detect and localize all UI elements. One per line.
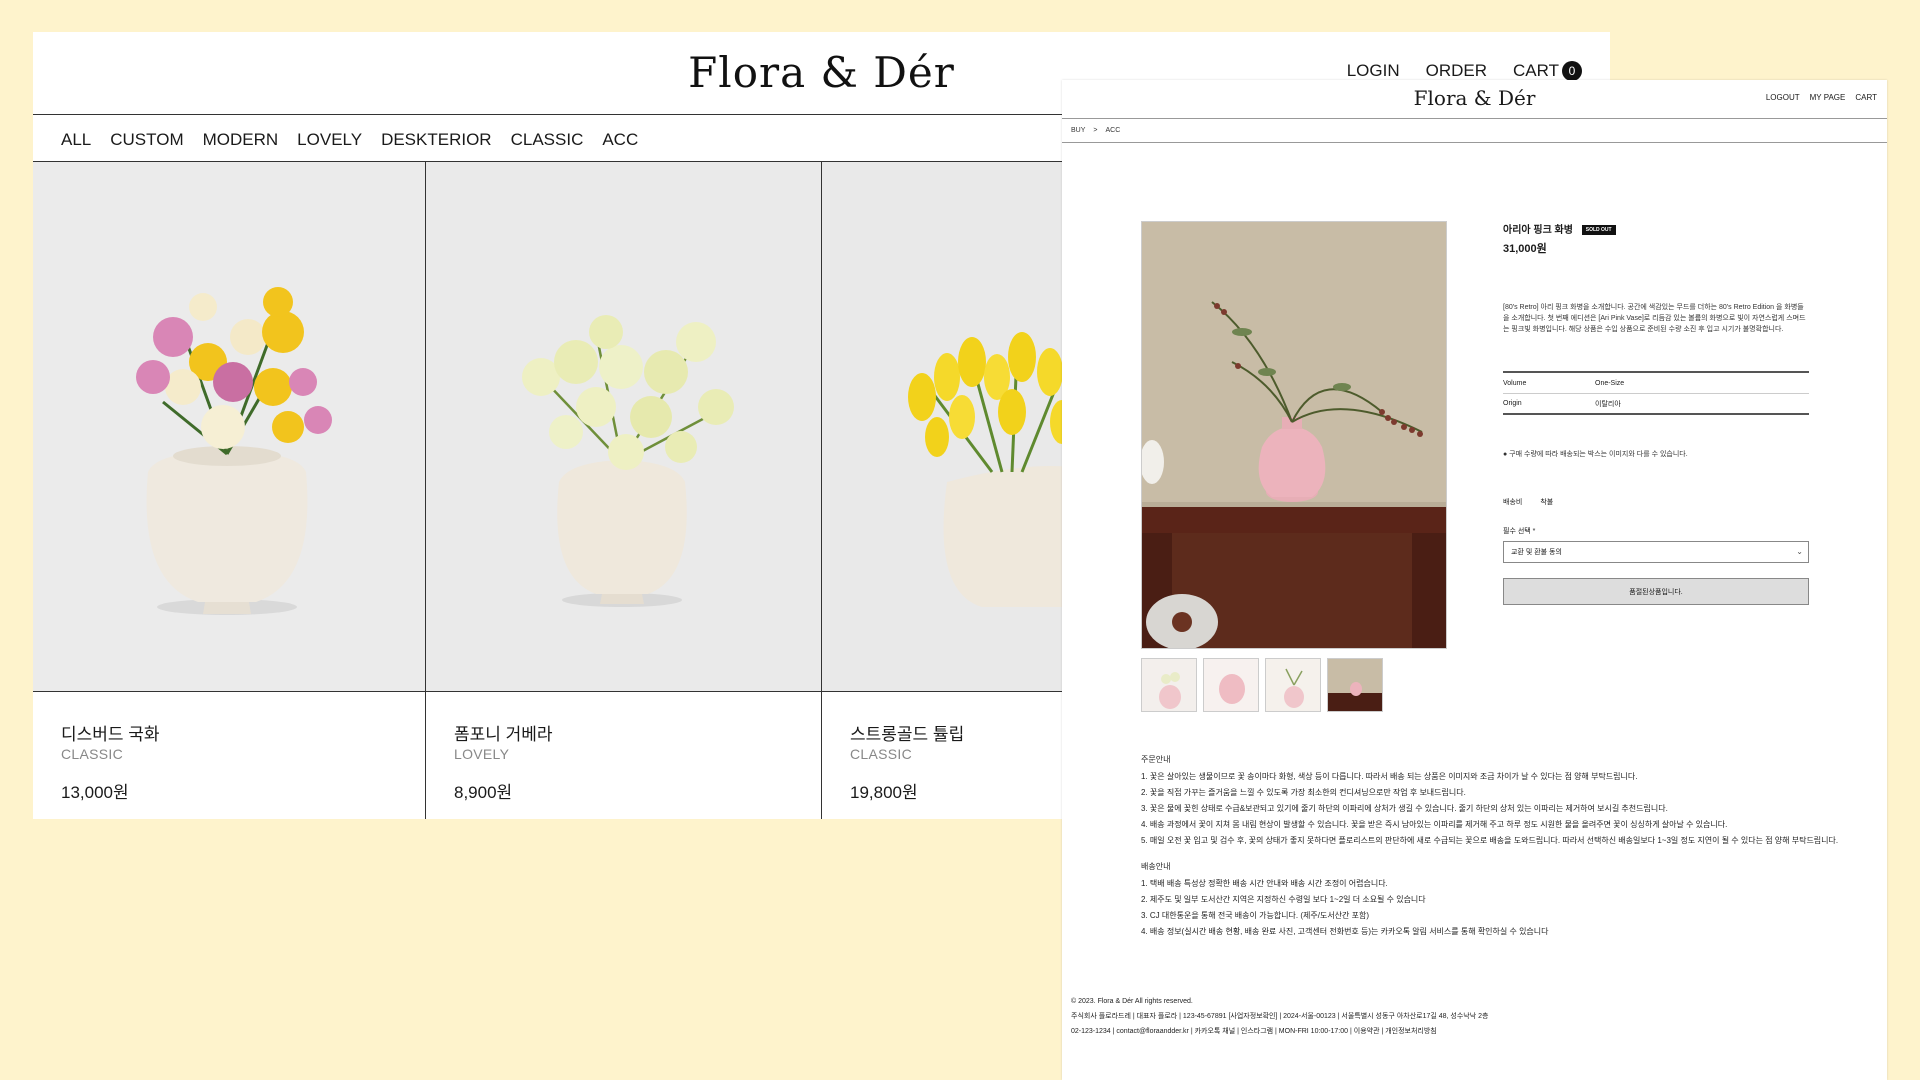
thumbnail[interactable] [1141, 658, 1197, 712]
product-category: CLASSIC [850, 746, 913, 762]
option-selected-value: 교환 및 환불 동의 [1511, 549, 1562, 556]
cart-count-badge: 0 [1562, 61, 1582, 81]
thumbnail-image [1142, 659, 1196, 711]
mypage-link[interactable]: MY PAGE [1810, 93, 1846, 102]
product-image[interactable] [33, 162, 426, 692]
option-label: 필수 선택 * [1503, 528, 1536, 535]
nav-modern[interactable]: MODERN [203, 130, 279, 150]
option-select[interactable]: 교환 및 환불 동의 ⌄ [1503, 541, 1809, 563]
tulip-vase-illustration [822, 162, 1072, 691]
chevron-down-icon: ⌄ [1796, 547, 1803, 556]
nav-classic[interactable]: CLASSIC [511, 130, 584, 150]
nav-deskterior[interactable]: DESKTERIOR [381, 130, 492, 150]
delivery-guide-item: 1. 택배 배송 특성상 정확한 배송 시간 안내와 배송 시간 조정이 어렵습… [1141, 879, 1388, 888]
order-guide-item: 2. 꽃을 직접 가꾸는 즐거움을 느낄 수 있도록 가장 최소한의 컨디셔닝으… [1141, 788, 1466, 797]
cart-link[interactable]: CART [1855, 93, 1877, 102]
breadcrumb-buy[interactable]: BUY [1071, 127, 1085, 134]
order-guide: 주문안내 1. 꽃은 살아있는 생물이므로 꽃 송이마다 화형, 색상 등이 다… [1141, 752, 1841, 940]
thumbnail-strip [1141, 658, 1383, 712]
product-category: LOVELY [454, 746, 510, 762]
thumbnail[interactable] [1203, 658, 1259, 712]
nav-custom[interactable]: CUSTOM [110, 130, 183, 150]
product-main-image[interactable] [1141, 221, 1447, 649]
thumbnail[interactable] [1327, 658, 1383, 712]
login-link[interactable]: LOGIN [1347, 61, 1400, 81]
gerbera-vase-illustration [426, 162, 822, 691]
delivery-guide-title: 배송안내 [1141, 862, 1171, 871]
cart-label: CART [1513, 61, 1559, 80]
breadcrumb-divider [1062, 142, 1887, 143]
header-divider [1062, 118, 1887, 119]
breadcrumb-separator: > [1093, 127, 1098, 134]
site-footer: © 2023. Flora & Dér All rights reserved.… [1071, 994, 1488, 1039]
breadcrumb: BUY > ACC [1071, 127, 1120, 134]
breadcrumb-acc[interactable]: ACC [1106, 127, 1121, 134]
shipping-value: 착불 [1540, 499, 1554, 506]
product-detail-window: Flora & Dér LOGOUT MY PAGE CART BUY > AC… [1062, 80, 1887, 1080]
logout-link[interactable]: LOGOUT [1766, 93, 1800, 102]
nav-acc[interactable]: ACC [602, 130, 638, 150]
order-guide-item: 3. 꽃은 물에 꽂힌 상태로 수급&보관되고 있기에 줄기 하단의 이파리에 … [1141, 804, 1668, 813]
cart-link[interactable]: CART 0 [1513, 61, 1582, 81]
product-name[interactable]: 스트롱골드 튤립 [850, 720, 964, 745]
product-card[interactable]: 폼포니 거베라 LOVELY 8,900원 [426, 162, 822, 819]
product-price: 19,800원 [850, 783, 918, 802]
delivery-guide-item: 2. 제주도 및 일부 도서산간 지역은 지정하신 수령일 보다 1~2일 더 … [1141, 895, 1426, 904]
order-link[interactable]: ORDER [1426, 61, 1487, 81]
header-utility-menu: LOGIN ORDER CART 0 [1347, 61, 1582, 81]
spec-value: 이탈리아 [1595, 400, 1621, 408]
delivery-guide-item: 3. CJ 대한통운을 통해 전국 배송이 가능합니다. (제주/도서산간 포함… [1141, 911, 1370, 920]
nav-all[interactable]: ALL [61, 130, 91, 150]
product-price: 31,000원 [1503, 243, 1547, 255]
product-name: 아리아 핑크 화병 [1503, 225, 1573, 236]
product-name[interactable]: 폼포니 거베라 [454, 720, 553, 745]
shipping-fee-row: 배송비 착불 [1503, 497, 1553, 507]
product-category: CLASSIC [61, 746, 124, 762]
spec-table: Volume One-Size Origin 이탈리아 [1503, 371, 1809, 415]
site-logo[interactable]: Flora & Dér [1062, 86, 1887, 110]
product-price: 8,900원 [454, 783, 513, 802]
product-card[interactable]: 스트롱골드 튤립 CLASSIC 19,800원 [822, 162, 1072, 819]
category-nav: ALL CUSTOM MODERN LOVELY DESKTERIOR CLAS… [61, 130, 638, 150]
sold-out-badge: SOLD OUT [1581, 225, 1616, 236]
sold-out-button[interactable]: 품절된상품입니다. [1503, 578, 1809, 605]
spec-value: One-Size [1595, 379, 1625, 387]
product-card[interactable]: 디스버드 국화 CLASSIC 13,000원 [33, 162, 426, 819]
footer-company: 주식회사 플로라드레 | 대표자 플로라 | 123-45-67891 [사업자… [1071, 1013, 1489, 1020]
footer-copyright: © 2023. Flora & Dér All rights reserved. [1071, 998, 1193, 1005]
thumbnail[interactable] [1265, 658, 1321, 712]
shipping-label: 배송비 [1503, 499, 1523, 506]
product-title: 아리아 핑크 화병 SOLD OUT [1503, 221, 1616, 236]
delivery-guide-item: 4. 배송 정보(실시간 배송 현황, 배송 완료 사진, 고객센터 전화번호 … [1141, 927, 1549, 936]
product-description: [80's Retro] 아리 핑크 화병을 소개합니다. 공간에 색감있는 무… [1503, 304, 1806, 333]
header-utility-menu: LOGOUT MY PAGE CART [1766, 93, 1877, 102]
product-price: 13,000원 [61, 783, 129, 802]
nav-lovely[interactable]: LOVELY [297, 130, 362, 150]
order-guide-item: 1. 꽃은 살아있는 생물이므로 꽃 송이마다 화형, 색상 등이 다릅니다. … [1141, 772, 1638, 781]
product-image[interactable] [822, 162, 1072, 692]
pink-vase-illustration [1142, 222, 1446, 648]
order-guide-item: 5. 매일 오전 꽃 입고 및 검수 후, 꽃의 상태가 좋지 못하다면 플로리… [1141, 836, 1839, 845]
spec-key: Origin [1503, 400, 1522, 407]
order-guide-item: 4. 배송 과정에서 꽃이 지쳐 몸 내림 현상이 발생할 수 있습니다. 꽃을… [1141, 820, 1728, 829]
product-name[interactable]: 디스버드 국화 [61, 720, 160, 745]
product-image[interactable] [426, 162, 822, 692]
footer-contact[interactable]: 02-123-1234 | contact@floraandder.kr | 카… [1071, 1024, 1488, 1039]
chrysanthemum-vase-illustration [33, 162, 426, 691]
spec-row: Origin 이탈리아 [1503, 393, 1809, 413]
box-notice: ● 구매 수량에 따라 배송되는 박스는 이미지와 다를 수 있습니다. [1503, 451, 1688, 458]
spec-key: Volume [1503, 379, 1527, 387]
order-guide-title: 주문안내 [1141, 755, 1171, 764]
thumbnail-image [1204, 659, 1258, 711]
thumbnail-image [1266, 659, 1320, 711]
thumbnail-image [1328, 659, 1382, 711]
spec-row: Volume One-Size [1503, 373, 1809, 393]
